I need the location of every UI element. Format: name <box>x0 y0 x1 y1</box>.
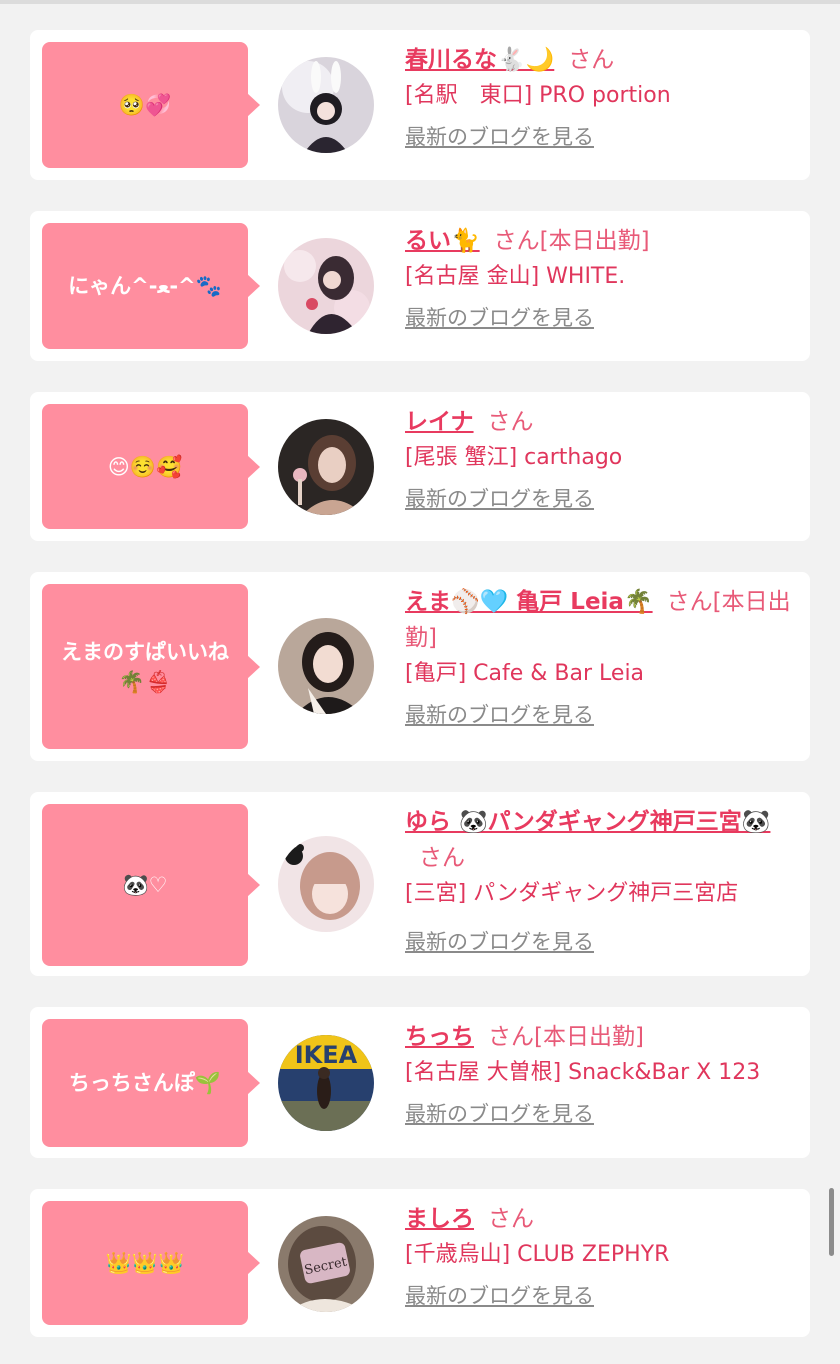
name-suffix: さん <box>419 845 465 871</box>
avatar[interactable] <box>278 419 374 515</box>
cast-name-link[interactable]: ましろ <box>405 1206 474 1232</box>
list-item: 👑👑👑 Secret ましろ さん [千歳烏山] CLUB ZEPHYR 最新のブ… <box>30 1189 810 1337</box>
shop-label: [名古屋 金山] WHITE. <box>405 264 626 289</box>
avatar[interactable]: IKEA <box>278 1035 374 1131</box>
scrollbar[interactable] <box>829 1188 834 1256</box>
list-item: にゃん^-ﻌ-^🐾 るい🐈 さん[本日出勤] [名古屋 金山] WHITE. 最新… <box>30 211 810 361</box>
shop-label: [三宮] パンダギャング神戸三宮店 <box>405 881 739 906</box>
latest-blog-link[interactable]: 最新のブログを見る <box>405 302 594 332</box>
cast-name-link[interactable]: るい🐈 <box>405 228 480 254</box>
name-suffix: さん <box>487 409 534 435</box>
list-item: 🐼♡ ゆら 🐼パンダギャング神戸三宮🐼さん [三宮] パンダギャング神戸三宮店 … <box>30 792 810 976</box>
avatar[interactable]: Secret <box>278 1216 374 1312</box>
comment-bubble: 👑👑👑 <box>42 1201 260 1325</box>
latest-blog-link[interactable]: 最新のブログを見る <box>405 1280 594 1310</box>
avatar[interactable] <box>278 57 374 153</box>
cast-name-link[interactable]: ゆら 🐼パンダギャング神戸三宮🐼 <box>405 809 770 835</box>
shop-label: [名駅 東口] PRO portion <box>405 83 671 108</box>
comment-bubble: にゃん^-ﻌ-^🐾 <box>42 223 260 349</box>
name-suffix: さん <box>568 47 615 73</box>
latest-blog-link[interactable]: 最新のブログを見る <box>405 926 594 956</box>
shop-label: [尾張 蟹江] carthago <box>405 445 623 470</box>
list-item: ちっちさんぽ🌱 IKEA ちっち さん[本日出勤] [名古屋 大曽根] Snack… <box>30 1007 810 1158</box>
comment-bubble: ちっちさんぽ🌱 <box>42 1019 260 1147</box>
top-divider <box>0 0 840 4</box>
avatar[interactable] <box>278 618 374 714</box>
name-suffix: さん[本日出勤] <box>493 228 650 254</box>
list-item: 😊☺️🥰 レイナ さん [尾張 蟹江] carthago 最新のブログを見る <box>30 392 810 541</box>
cast-name-link[interactable]: ちっち <box>405 1024 474 1050</box>
cast-name-link[interactable]: レイナ <box>405 409 474 435</box>
avatar[interactable] <box>278 836 374 932</box>
cast-name-link[interactable]: えま⚾️🩵 亀戸 Leia🌴 <box>405 589 653 615</box>
latest-blog-link[interactable]: 最新のブログを見る <box>405 1098 594 1128</box>
blog-list: 🥺💞 春川るな🐇🌙 さん [名駅 東口] PRO portion 最新のブログを見… <box>30 30 810 1337</box>
shop-label: [名古屋 大曽根] Snack&Bar X 123 <box>405 1060 761 1085</box>
list-item: えまのすぱいいね🌴👙 えま⚾️🩵 亀戸 Leia🌴 さん[本日出勤] [亀戸] C… <box>30 572 810 761</box>
latest-blog-link[interactable]: 最新のブログを見る <box>405 483 594 513</box>
latest-blog-link[interactable]: 最新のブログを見る <box>405 121 594 151</box>
shop-label: [千歳烏山] CLUB ZEPHYR <box>405 1242 670 1267</box>
comment-bubble: 😊☺️🥰 <box>42 404 260 529</box>
shop-label: [亀戸] Cafe & Bar Leia <box>405 661 645 686</box>
name-suffix: さん <box>488 1206 534 1232</box>
avatar[interactable] <box>278 238 374 334</box>
latest-blog-link[interactable]: 最新のブログを見る <box>405 699 594 729</box>
cast-name-link[interactable]: 春川るな🐇🌙 <box>405 47 554 73</box>
comment-bubble: 🐼♡ <box>42 804 260 966</box>
comment-bubble: 🥺💞 <box>42 42 260 168</box>
comment-bubble: えまのすぱいいね🌴👙 <box>42 584 260 749</box>
name-suffix: さん[本日出勤] <box>488 1024 644 1050</box>
list-item: 🥺💞 春川るな🐇🌙 さん [名駅 東口] PRO portion 最新のブログを見… <box>30 30 810 180</box>
svg-text:IKEA: IKEA <box>295 1041 358 1069</box>
